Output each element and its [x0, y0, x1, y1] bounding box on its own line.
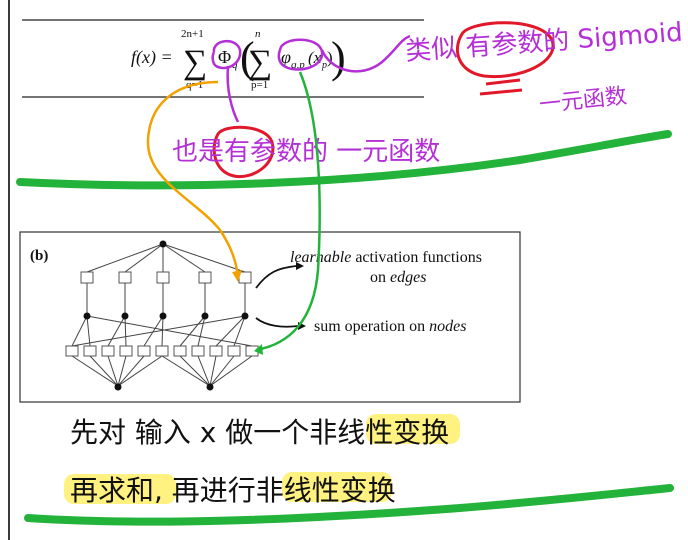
activation-line-2: on edges [370, 269, 426, 286]
note-line-1: 先对 输入 x 做一个非线性变换 [70, 416, 449, 449]
inner-sum-symbol: ∑ [248, 44, 272, 81]
purple-curve-to-left [226, 65, 240, 123]
panel-label: (b) [30, 248, 48, 264]
annotated-canvas: f(x) = 2n+1 ∑ q=1 Φ q ( n ∑ p=1 φ q,p (x… [16, 18, 684, 526]
inner-sum-upper: n [255, 28, 261, 40]
sum-line: sum operation on nodes [314, 318, 466, 335]
purple-note-2: 一元函数 [538, 84, 628, 118]
kan-boxes-row2 [65, 345, 259, 357]
red-underline-right [479, 78, 523, 96]
note-line-2: 再求和, 再进行非线性变换 [70, 474, 396, 507]
inner-sum-lower: p=1 [251, 79, 268, 91]
outer-sum-upper: 2n+1 [181, 28, 204, 40]
purple-note-1: 类似 有参数的 Sigmoid [404, 18, 683, 67]
formula-lhs: f(x) = [131, 47, 173, 68]
purple-note-3: 也是有参数的 一元函数 [172, 137, 440, 167]
outer-fn: Φ [218, 47, 231, 67]
outer-sum-symbol: ∑ [183, 44, 207, 81]
right-paren: ) [331, 33, 346, 82]
